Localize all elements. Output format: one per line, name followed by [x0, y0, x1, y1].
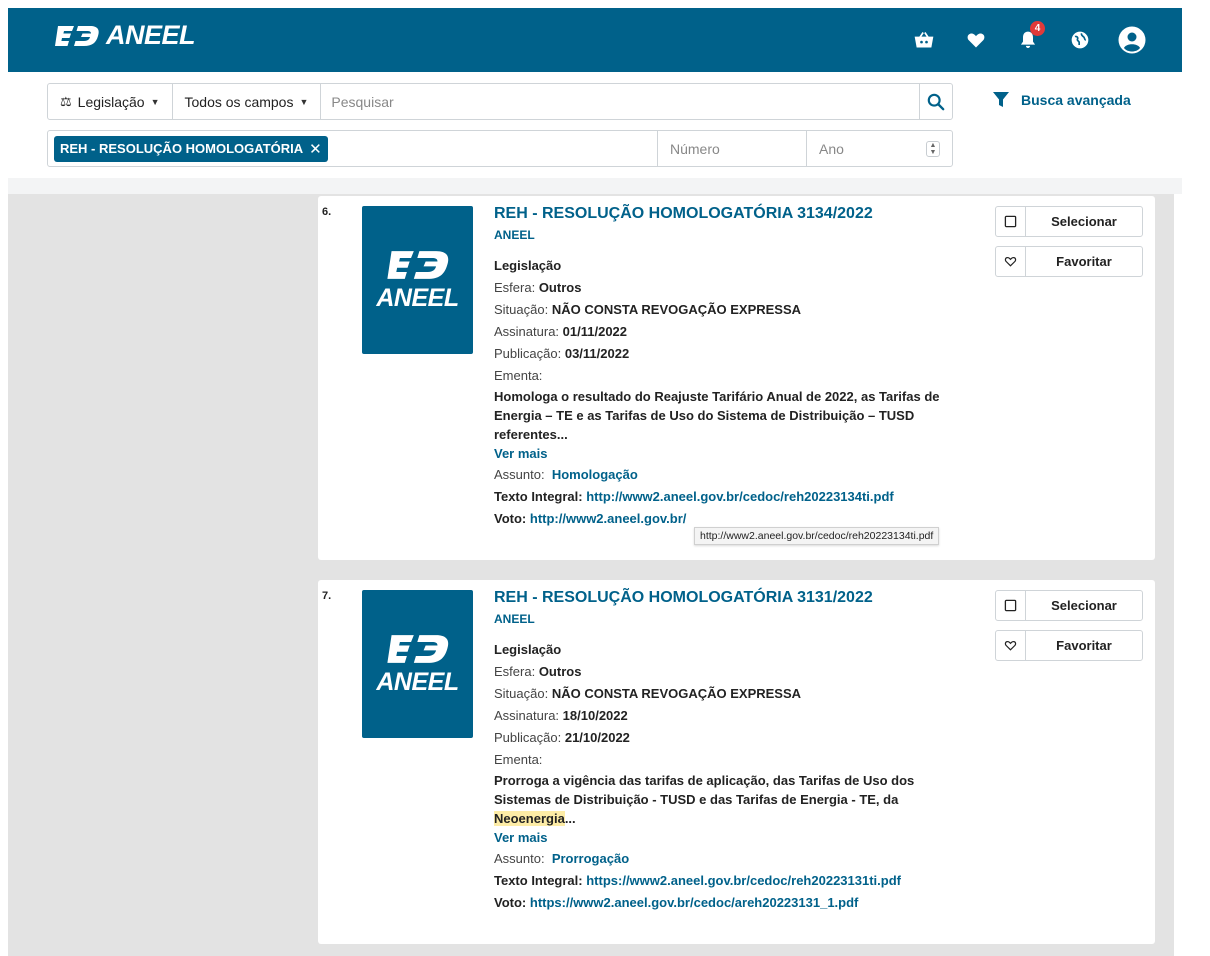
bell-icon[interactable]: 4: [1014, 21, 1045, 54]
voto-link[interactable]: http://www2.aneel.gov.br/: [530, 511, 687, 526]
chevron-down-icon: ▼: [150, 96, 160, 107]
chip-area[interactable]: REH - RESOLUÇÃO HOMOLOGATÓRIA ✕: [48, 131, 657, 166]
search-button[interactable]: [919, 84, 952, 119]
aneel-logo[interactable]: ANEEL: [54, 20, 196, 51]
result-index: 7.: [322, 590, 332, 602]
filter-bar: REH - RESOLUÇÃO HOMOLOGATÓRIA ✕ ▲▼: [47, 130, 953, 167]
scales-icon: ⚖: [60, 93, 72, 109]
texto-integral-link[interactable]: https://www2.aneel.gov.br/cedoc/reh20223…: [586, 873, 901, 888]
situacao-line: Situação: NÃO CONSTA REVOGAÇÃO EXPRESSA: [494, 302, 802, 317]
globe-icon[interactable]: [1066, 26, 1094, 54]
result-title-link[interactable]: REH - RESOLUÇÃO HOMOLOGATÓRIA 3134/2022: [494, 204, 984, 224]
heart-outline-icon: [996, 247, 1026, 276]
search-highlight: Neoenergia: [494, 811, 565, 826]
ementa-text: Prorroga a vigência das tarifas de aplic…: [494, 773, 915, 826]
result-title-link[interactable]: REH - RESOLUÇÃO HOMOLOGATÓRIA 3131/2022: [494, 588, 984, 608]
assunto-link[interactable]: Homologação: [552, 467, 638, 482]
top-header: ANEEL 4: [8, 8, 1182, 72]
ementa-label: Ementa:: [494, 752, 543, 767]
esfera-line: Esfera: Outros: [494, 280, 582, 295]
results-top-strip: [8, 178, 1182, 194]
stepper-icon[interactable]: ▲ ▼: [926, 141, 940, 157]
result-card: 7. ANEEL REH - RESOLUÇÃO HOMOLOGATÓRIA 3…: [318, 580, 1155, 944]
header-icons: 4: [910, 21, 1146, 54]
thumbnail-text: ANEEL: [376, 283, 459, 312]
situacao-line: Situação: NÃO CONSTA REVOGAÇÃO EXPRESSA: [494, 686, 802, 701]
advanced-search-label: Busca avançada: [1021, 92, 1131, 108]
ementa-label: Ementa:: [494, 368, 543, 383]
publicacao-line: Publicação: 03/11/2022: [494, 346, 630, 361]
select-button[interactable]: Selecionar: [995, 590, 1143, 621]
voto-line: Voto: https://www2.aneel.gov.br/cedoc/ar…: [494, 895, 859, 910]
assunto-line: Assunto: Prorrogação: [494, 851, 630, 866]
document-thumbnail[interactable]: ANEEL: [362, 206, 473, 354]
field-select[interactable]: Todos os campos ▼: [173, 84, 322, 119]
notification-badge: 4: [1030, 21, 1045, 36]
filter-chip-label: REH - RESOLUÇÃO HOMOLOGATÓRIA: [60, 141, 304, 156]
checkbox-icon: [996, 207, 1026, 236]
result-category: Legislação: [494, 258, 562, 273]
aneel-logo-icon: [386, 250, 448, 279]
result-org: ANEEL: [494, 612, 535, 626]
aneel-logo-icon: [55, 25, 99, 46]
result-actions: Selecionar Favoritar: [995, 590, 1143, 670]
type-select-label: Legislação: [77, 93, 145, 110]
search-bar: ⚖ Legislação ▼ Todos os campos ▼: [47, 83, 953, 120]
search-input[interactable]: [321, 84, 919, 119]
ver-mais-link[interactable]: Ver mais: [494, 444, 984, 464]
result-org: ANEEL: [494, 228, 535, 242]
result-actions: Selecionar Favoritar: [995, 206, 1143, 286]
assunto-link[interactable]: Prorrogação: [552, 851, 629, 866]
field-select-label: Todos os campos: [184, 93, 294, 110]
assunto-line: Assunto: Homologação: [494, 467, 638, 482]
link-tooltip: http://www2.aneel.gov.br/cedoc/reh202231…: [694, 527, 940, 545]
type-select[interactable]: ⚖ Legislação ▼: [48, 84, 173, 119]
search-icon: [927, 93, 945, 110]
favorite-button[interactable]: Favoritar: [995, 630, 1143, 661]
filter-chip: REH - RESOLUÇÃO HOMOLOGATÓRIA ✕: [54, 135, 328, 162]
result-category: Legislação: [494, 642, 562, 657]
texto-integral-link[interactable]: http://www2.aneel.gov.br/cedoc/reh202231…: [586, 489, 894, 504]
ver-mais-link[interactable]: Ver mais: [494, 828, 984, 848]
texto-integral-line: Texto Integral: https://www2.aneel.gov.b…: [494, 873, 901, 888]
user-avatar-icon[interactable]: [1118, 26, 1146, 54]
texto-integral-line: Texto Integral: http://www2.aneel.gov.br…: [494, 489, 894, 504]
result-index: 6.: [322, 206, 332, 218]
voto-link[interactable]: https://www2.aneel.gov.br/cedoc/areh2022…: [530, 895, 859, 910]
result-card: 6. ANEEL REH - RESOLUÇÃO HOMOLOGATÓRIA 3…: [318, 196, 1155, 560]
favorite-button[interactable]: Favoritar: [995, 246, 1143, 277]
assinatura-line: Assinatura: 18/10/2022: [494, 708, 628, 723]
close-icon[interactable]: ✕: [309, 140, 322, 158]
select-button[interactable]: Selecionar: [995, 206, 1143, 237]
result-content: REH - RESOLUÇÃO HOMOLOGATÓRIA 3131/2022 …: [494, 588, 984, 914]
assinatura-line: Assinatura: 01/11/2022: [494, 324, 628, 339]
thumbnail-text: ANEEL: [376, 667, 459, 696]
checkbox-icon: [996, 591, 1026, 620]
basket-icon[interactable]: [910, 26, 938, 54]
numero-input[interactable]: [657, 131, 806, 166]
document-thumbnail[interactable]: ANEEL: [362, 590, 473, 738]
aneel-logo-icon: [386, 634, 448, 663]
chevron-down-icon: ▼: [299, 96, 309, 107]
logo-text: ANEEL: [106, 20, 196, 50]
heart-outline-icon: [996, 631, 1026, 660]
heart-icon[interactable]: [962, 26, 990, 54]
esfera-line: Esfera: Outros: [494, 664, 582, 679]
ementa-text: Homologa o resultado do Reajuste Tarifár…: [494, 389, 940, 442]
ano-field: ▲▼: [806, 131, 952, 166]
page: ANEEL 4 ⚖ Legislação ▼ Todos os campos ▼…: [0, 0, 1210, 956]
result-content: REH - RESOLUÇÃO HOMOLOGATÓRIA 3134/2022 …: [494, 204, 984, 530]
publicacao-line: Publicação: 21/10/2022: [494, 730, 630, 745]
filter-icon: [993, 92, 1009, 107]
advanced-search-link[interactable]: Busca avançada: [993, 92, 1131, 108]
